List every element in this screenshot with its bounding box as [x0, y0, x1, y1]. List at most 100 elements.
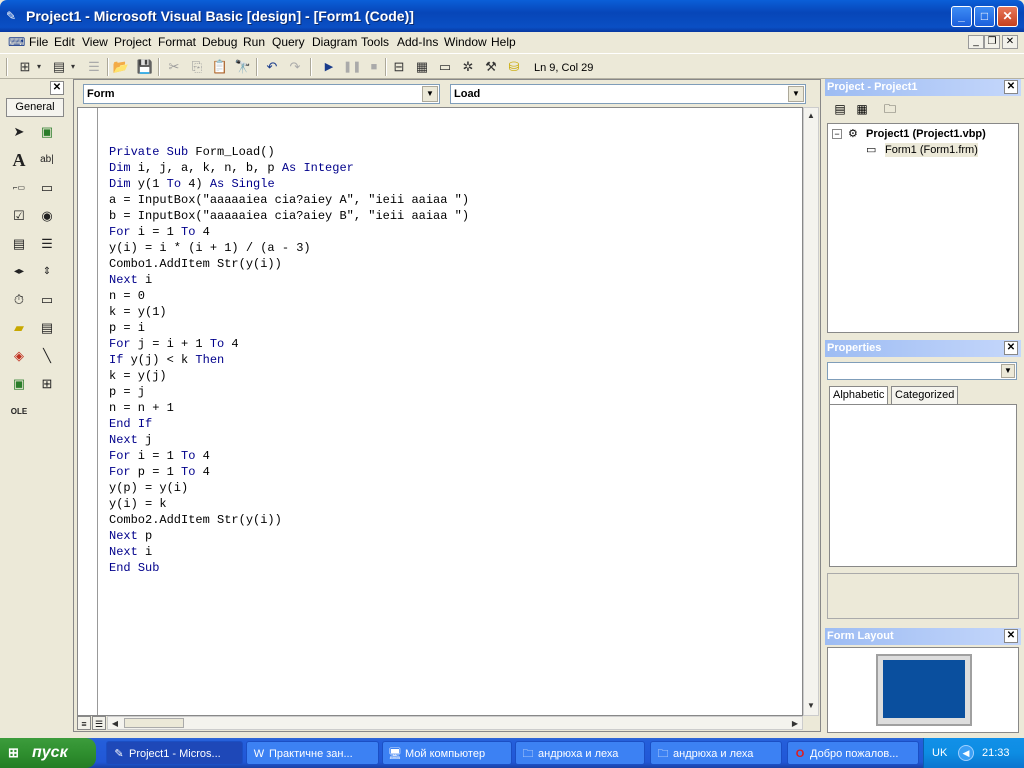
menu-help[interactable]: Help	[491, 35, 516, 49]
menu-edit[interactable]: Edit	[54, 35, 75, 49]
object-combo[interactable]: Form ▼	[83, 84, 440, 104]
add-project-dropdown-icon[interactable]: ▾	[34, 58, 44, 76]
code-line[interactable]: Private Sub Form_Load()	[109, 144, 469, 160]
filelistbox-tool-icon[interactable]: ▤	[36, 317, 58, 339]
code-line[interactable]: b = InputBox("aaaaaiea cia?aiey B", "iei…	[109, 208, 469, 224]
scroll-thumb[interactable]	[124, 718, 184, 728]
menu-tools[interactable]: Tools	[361, 35, 389, 49]
tab-categorized[interactable]: Categorized	[891, 386, 959, 404]
code-line[interactable]: End Sub	[109, 560, 469, 576]
line-tool-icon[interactable]: ╲	[36, 345, 58, 367]
code-line[interactable]: y(i) = i * (i + 1) / (a - 3)	[109, 240, 469, 256]
vertical-scrollbar[interactable]: ▲ ▼	[803, 107, 819, 716]
menu-editor-icon[interactable]: ☰	[85, 58, 103, 76]
code-line[interactable]: y(p) = y(i)	[109, 480, 469, 496]
task-button-opera[interactable]: O Добро пожалов...	[787, 741, 919, 765]
code-line[interactable]: Combo1.AddItem Str(y(i))	[109, 256, 469, 272]
optionbutton-tool-icon[interactable]: ◉	[36, 205, 58, 227]
code-line[interactable]: For p = 1 To 4	[109, 464, 469, 480]
properties-panel-close-button[interactable]: ✕	[1004, 341, 1018, 355]
tab-alphabetic[interactable]: Alphabetic	[829, 386, 889, 404]
checkbox-tool-icon[interactable]: ☑	[8, 205, 30, 227]
save-icon[interactable]: 💾	[136, 58, 154, 76]
chevron-down-icon[interactable]: ▼	[788, 86, 804, 102]
menu-query[interactable]: Query	[272, 35, 305, 49]
task-button-folder-1[interactable]: 🗀 андрюха и леха	[515, 741, 645, 765]
form-layout-close-button[interactable]: ✕	[1004, 629, 1018, 643]
run-icon[interactable]: ▶	[320, 58, 338, 76]
code-line[interactable]: End If	[109, 416, 469, 432]
label-tool-icon[interactable]: A	[8, 149, 30, 171]
toolbox-close-button[interactable]: ✕	[50, 81, 64, 95]
code-line[interactable]: k = y(1)	[109, 304, 469, 320]
code-line[interactable]: If y(j) < k Then	[109, 352, 469, 368]
add-form-dropdown-icon[interactable]: ▾	[68, 58, 78, 76]
toolbox-icon[interactable]: ⚒	[482, 58, 500, 76]
add-project-icon[interactable]: ⊞	[16, 58, 34, 76]
code-line[interactable]: Next i	[109, 272, 469, 288]
open-folder-icon[interactable]: 📂	[112, 58, 130, 76]
menu-window[interactable]: Window	[444, 35, 487, 49]
project-explorer-icon[interactable]: ⊟	[390, 58, 408, 76]
code-line[interactable]: Next p	[109, 528, 469, 544]
properties-grid[interactable]	[829, 404, 1017, 567]
code-line[interactable]: a = InputBox("aaaaaiea cia?aiey A", "iei…	[109, 192, 469, 208]
properties-window-icon[interactable]: ▦	[413, 58, 431, 76]
code-line[interactable]: n = n + 1	[109, 400, 469, 416]
tree-item-project1[interactable]: Project1 (Project1.vbp)	[866, 127, 986, 141]
project-panel-close-button[interactable]: ✕	[1004, 80, 1018, 94]
pause-icon[interactable]: ❚❚	[343, 58, 361, 76]
code-line[interactable]: y(i) = k	[109, 496, 469, 512]
stop-icon[interactable]: ■	[365, 58, 383, 76]
menu-run[interactable]: Run	[243, 35, 265, 49]
tree-collapse-icon[interactable]: −	[832, 129, 842, 139]
toolbox-general-tab[interactable]: General	[6, 98, 64, 117]
scroll-down-icon[interactable]: ▼	[804, 699, 818, 713]
full-module-view-icon[interactable]: ☰	[92, 716, 106, 730]
vb-app-icon[interactable]: ✎	[6, 9, 20, 23]
start-button[interactable]: ⊞ пуск	[0, 738, 96, 768]
task-button-folder-2[interactable]: 🗀 андрюха и леха	[650, 741, 782, 765]
toggle-folders-icon[interactable]: 🗀	[881, 100, 899, 118]
code-line[interactable]: For j = i + 1 To 4	[109, 336, 469, 352]
tree-item-form1[interactable]: Form1 (Form1.frm)	[885, 143, 978, 157]
mdi-restore-button[interactable]: ❐	[984, 35, 1000, 49]
code-line[interactable]: Dim y(1 To 4) As Single	[109, 176, 469, 192]
task-button-word[interactable]: W Практичне зан...	[246, 741, 379, 765]
paste-icon[interactable]: 📋	[211, 58, 229, 76]
code-text[interactable]: Private Sub Form_Load() Dim i, j, a, k, n…	[109, 144, 469, 576]
form-layout-area[interactable]	[827, 647, 1019, 733]
code-line[interactable]: Next j	[109, 432, 469, 448]
frame-tool-icon[interactable]: ⌐▭	[8, 177, 30, 199]
scroll-up-icon[interactable]: ▲	[804, 109, 818, 123]
procedure-combo[interactable]: Load ▼	[450, 84, 806, 104]
maximize-button[interactable]: □	[974, 6, 995, 27]
code-editor[interactable]: Private Sub Form_Load() Dim i, j, a, k, n…	[77, 107, 803, 716]
code-line[interactable]: For i = 1 To 4	[109, 448, 469, 464]
undo-icon[interactable]: ↶	[263, 58, 281, 76]
copy-icon[interactable]: ⎘	[188, 58, 206, 76]
pointer-tool-icon[interactable]: ➤	[8, 121, 30, 143]
listbox-tool-icon[interactable]: ☰	[36, 233, 58, 255]
menu-view[interactable]: View	[82, 35, 108, 49]
find-icon[interactable]: 🔭	[234, 58, 252, 76]
chevron-down-icon[interactable]: ▼	[422, 86, 438, 102]
picturebox-tool-icon[interactable]: ▣	[36, 121, 58, 143]
hscrollbar-tool-icon[interactable]: ◂▸	[8, 261, 30, 283]
menu-debug[interactable]: Debug	[202, 35, 237, 49]
code-line[interactable]: Combo2.AddItem Str(y(i))	[109, 512, 469, 528]
view-object-icon[interactable]: ▦	[853, 100, 871, 118]
vscrollbar-tool-icon[interactable]: ⇕	[36, 261, 58, 283]
cut-icon[interactable]: ✂	[165, 58, 183, 76]
margin-indicator-bar[interactable]	[78, 108, 98, 715]
project-tree[interactable]: − ⚙ Project1 (Project1.vbp) ▭ Form1 (For…	[827, 123, 1019, 333]
data-view-icon[interactable]: ⛁	[505, 58, 523, 76]
chevron-down-icon[interactable]: ▼	[1001, 364, 1015, 378]
menu-format[interactable]: Format	[158, 35, 196, 49]
code-line[interactable]: For i = 1 To 4	[109, 224, 469, 240]
code-line[interactable]: k = y(j)	[109, 368, 469, 384]
ole-tool-icon[interactable]: OLE	[8, 401, 30, 423]
commandbutton-tool-icon[interactable]: ▭	[36, 177, 58, 199]
horizontal-scrollbar[interactable]: ◀ ▶	[107, 716, 803, 730]
chevron-left-icon[interactable]: ◀	[958, 745, 974, 761]
